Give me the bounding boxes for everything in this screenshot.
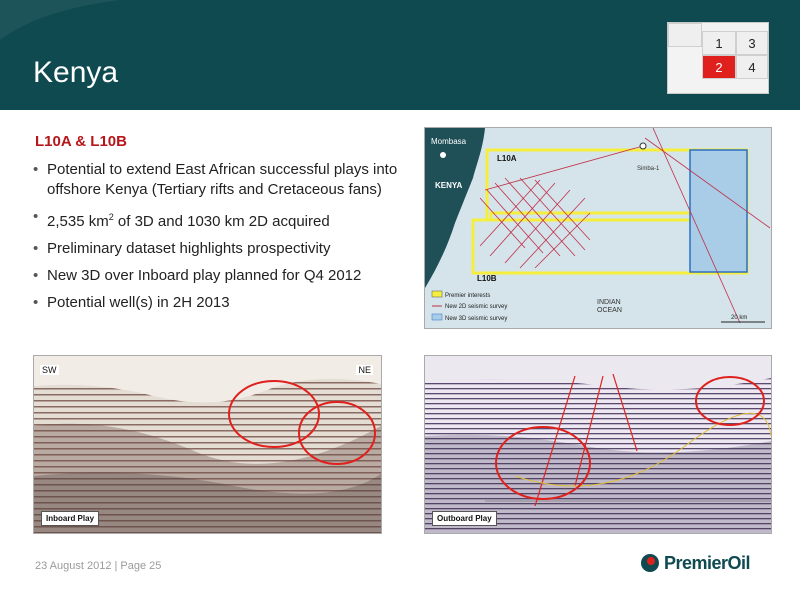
- nav-cell-blank: [668, 23, 702, 47]
- seismic-section-inboard: SW NE Inboard Play: [33, 355, 382, 534]
- label-sw: SW: [40, 365, 59, 375]
- seismic-image-outboard: [425, 356, 771, 533]
- bullet-item: New 3D over Inboard play planned for Q4 …: [33, 266, 413, 286]
- nav-cell-4[interactable]: 4: [736, 55, 768, 79]
- legend-2d-survey: New 2D seismic survey: [445, 304, 507, 310]
- seismic-section-outboard: Outboard Play: [424, 355, 772, 534]
- block-map: Mombasa KENYA Simba-1 L10A L10B INDIAN O…: [424, 127, 772, 329]
- legend-swatch-3d: [431, 313, 443, 321]
- bullet-item: 2,535 km2 of 3D and 1030 km 2D acquired: [33, 207, 413, 232]
- bullet-item: Preliminary dataset highlights prospecti…: [33, 239, 413, 259]
- header-banner: Kenya 1 3 2 4: [0, 0, 800, 110]
- label-ne: NE: [356, 365, 373, 375]
- bullet-text: Potential to extend East African success…: [47, 161, 398, 198]
- nav-cell-2-active[interactable]: 2: [702, 55, 736, 79]
- legend-premier-interests: Premier interests: [445, 293, 490, 299]
- bullet-list: Potential to extend East African success…: [33, 160, 413, 320]
- bullet-text: Preliminary dataset highlights prospecti…: [47, 240, 331, 257]
- map-label-mombasa: Mombasa: [431, 137, 467, 146]
- bullet-item: Potential to extend East African success…: [33, 160, 413, 200]
- footer-date-page: 23 August 2012 | Page 25: [35, 560, 162, 572]
- map-label-l10b: L10B: [477, 274, 497, 283]
- section-nav-grid: 1 3 2 4: [667, 22, 769, 94]
- map-label-kenya: KENYA: [435, 181, 462, 190]
- map-graphic: Mombasa KENYA Simba-1 L10A L10B INDIAN O…: [425, 127, 771, 324]
- bullet-text: Potential well(s) in 2H 2013: [47, 294, 230, 311]
- bullet-item: Potential well(s) in 2H 2013: [33, 293, 413, 313]
- page-title: Kenya: [33, 56, 119, 89]
- section-subheading: L10A & L10B: [35, 133, 127, 150]
- mombasa-marker: [440, 152, 446, 158]
- simba-well-marker: [639, 142, 647, 150]
- premieroil-logo-text: PremierOil: [664, 553, 751, 573]
- new-3d-survey-area: [689, 149, 748, 273]
- seismic-image-inboard: [34, 356, 381, 533]
- legend-swatch-premier: [431, 290, 443, 298]
- map-label-simba: Simba-1: [637, 166, 660, 172]
- kenya-land: [425, 128, 485, 288]
- bullet-text: of 3D and 1030 km 2D acquired: [113, 213, 330, 230]
- map-label-l10a: L10A: [497, 154, 517, 163]
- bullet-text: New 3D over Inboard play planned for Q4 …: [47, 267, 362, 284]
- scale-label: 20 km: [731, 315, 747, 321]
- bullet-text: 2,535 km: [47, 213, 109, 230]
- premieroil-logo-icon: [641, 554, 659, 572]
- nav-cell-1[interactable]: 1: [702, 31, 736, 55]
- inboard-play-label: Inboard Play: [41, 511, 100, 526]
- legend-3d-survey: New 3D seismic survey: [445, 316, 507, 322]
- map-label-indian: INDIAN: [597, 299, 621, 306]
- outboard-play-label: Outboard Play: [432, 511, 497, 526]
- map-label-ocean: OCEAN: [597, 307, 622, 314]
- nav-cell-3[interactable]: 3: [736, 31, 768, 55]
